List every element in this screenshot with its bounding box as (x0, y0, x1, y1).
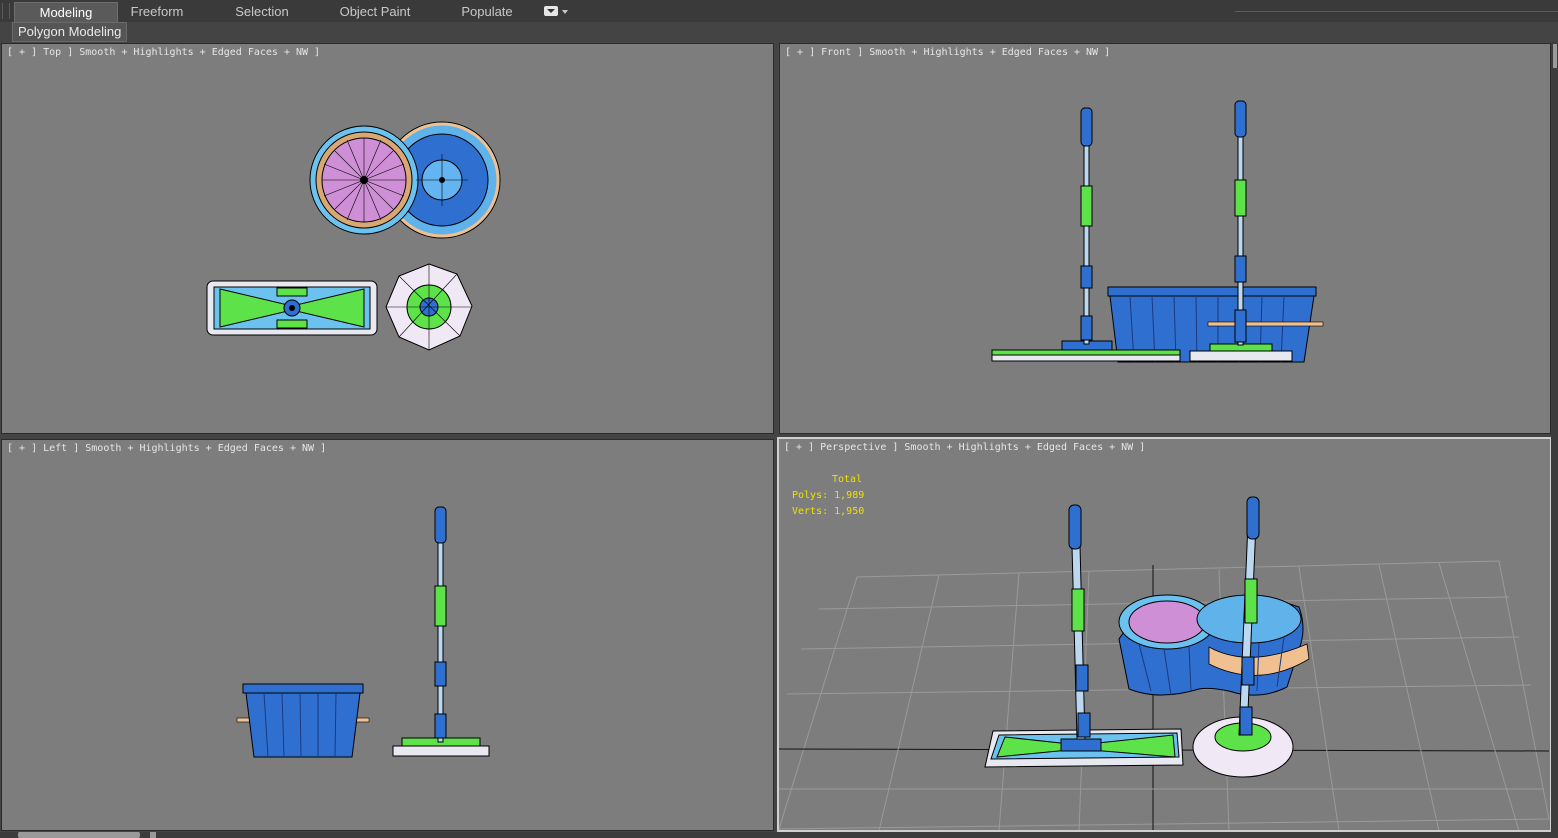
mop-head-top-view (206, 280, 378, 336)
tab-populate[interactable]: Populate (452, 2, 522, 21)
bottom-bar (0, 832, 1558, 838)
ribbon-bar: Modeling Freeform Selection Object Paint… (0, 0, 1558, 23)
ribbon-divider (1235, 11, 1558, 12)
tab-freeform[interactable]: Freeform (122, 2, 192, 21)
time-slider[interactable] (18, 832, 140, 838)
bucket-top-view (309, 121, 501, 239)
time-slider-end[interactable] (150, 832, 156, 838)
subtab-polygon-modeling[interactable]: Polygon Modeling (12, 22, 128, 42)
ribbon-subbar (0, 22, 1558, 42)
tab-object-paint[interactable]: Object Paint (332, 2, 418, 21)
ribbon-options-icon[interactable] (544, 6, 558, 16)
front-view-scene (991, 100, 1324, 363)
right-scroll-track (1551, 42, 1558, 832)
tab-modeling[interactable]: Modeling (14, 2, 118, 22)
chevron-down-icon[interactable] (562, 10, 568, 14)
perspective-view-scene (779, 496, 1550, 830)
viewport-perspective[interactable]: [ + ] Perspective ] Smooth + Highlights … (777, 437, 1552, 832)
viewport-left[interactable]: [ + ] Left ] Smooth + Highlights + Edged… (1, 439, 774, 831)
top-view-scene (206, 121, 501, 351)
tab-selection[interactable]: Selection (226, 2, 298, 21)
ribbon-grip-icon[interactable] (2, 3, 10, 19)
viewport-front[interactable]: [ + ] Front ] Smooth + Highlights + Edge… (779, 43, 1551, 434)
bucket-perspective (1118, 594, 1310, 696)
right-scrollbar[interactable] (1553, 44, 1557, 68)
mop-left-view (392, 506, 490, 757)
bucket-left-view (236, 683, 370, 758)
viewport-top[interactable]: [ + ] Top ] Smooth + Highlights + Edged … (1, 43, 774, 434)
spin-mop-head-top-view (385, 263, 473, 351)
left-view-scene (236, 506, 490, 758)
